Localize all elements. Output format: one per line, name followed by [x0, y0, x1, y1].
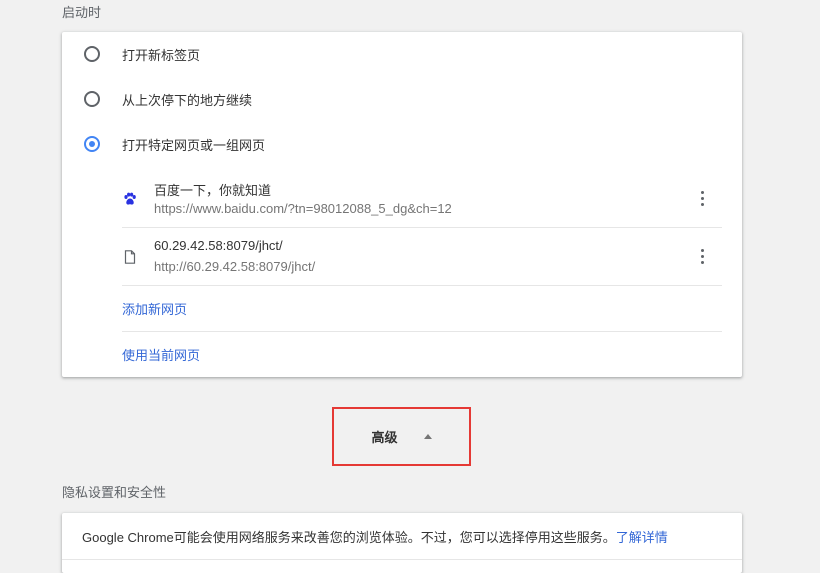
add-new-page-link[interactable]: 添加新网页 — [122, 299, 187, 318]
advanced-button[interactable]: 高级 — [334, 409, 469, 464]
document-icon — [122, 249, 138, 265]
page-title: 60.29.42.58:8079/jhct/ — [154, 238, 283, 253]
page-url: https://www.baidu.com/?tn=98012088_5_dg&… — [154, 201, 452, 216]
divider — [62, 559, 742, 560]
startup-section-title: 启动时 — [62, 5, 102, 20]
advanced-label: 高级 — [371, 430, 398, 445]
use-current-row: 使用当前网页 — [122, 332, 722, 377]
more-vert-icon[interactable] — [692, 186, 712, 210]
startup-page-row: 百度一下，你就知道 https://www.baidu.com/?tn=9801… — [122, 170, 722, 228]
more-vert-icon[interactable] — [692, 244, 712, 268]
baidu-paw-icon — [122, 191, 138, 207]
radio-button-checked[interactable] — [84, 136, 100, 152]
page-title: 百度一下，你就知道 — [154, 183, 272, 198]
radio-label: 从上次停下的地方继续 — [122, 92, 253, 108]
radio-label: 打开新标签页 — [122, 47, 201, 63]
page-url: http://60.29.42.58:8079/jhct/ — [154, 259, 316, 274]
learn-more-link[interactable]: 了解详情 — [616, 530, 668, 545]
add-page-row: 添加新网页 — [122, 286, 722, 332]
privacy-card: Google Chrome可能会使用网络服务来改善您的浏览体验。不过，您可以选择… — [62, 513, 742, 573]
radio-option-new-tab[interactable]: 打开新标签页 — [62, 32, 742, 76]
radio-button[interactable] — [84, 46, 100, 62]
radio-option-continue[interactable]: 从上次停下的地方继续 — [62, 77, 742, 121]
radio-button[interactable] — [84, 91, 100, 107]
startup-card: 打开新标签页 从上次停下的地方继续 打开特定网页或一组网页 百度一下，你就知道 … — [62, 32, 742, 377]
radio-option-specific-pages[interactable]: 打开特定网页或一组网页 — [62, 122, 742, 166]
caret-up-icon — [423, 434, 432, 439]
use-current-pages-link[interactable]: 使用当前网页 — [122, 345, 200, 364]
advanced-highlight-box: 高级 — [332, 407, 471, 466]
privacy-description: Google Chrome可能会使用网络服务来改善您的浏览体验。不过，您可以选择… — [82, 530, 616, 545]
startup-page-row: 60.29.42.58:8079/jhct/ http://60.29.42.5… — [122, 228, 722, 286]
privacy-description-row: Google Chrome可能会使用网络服务来改善您的浏览体验。不过，您可以选择… — [82, 527, 668, 546]
privacy-section-title: 隐私设置和安全性 — [62, 485, 167, 500]
radio-label: 打开特定网页或一组网页 — [122, 137, 266, 153]
